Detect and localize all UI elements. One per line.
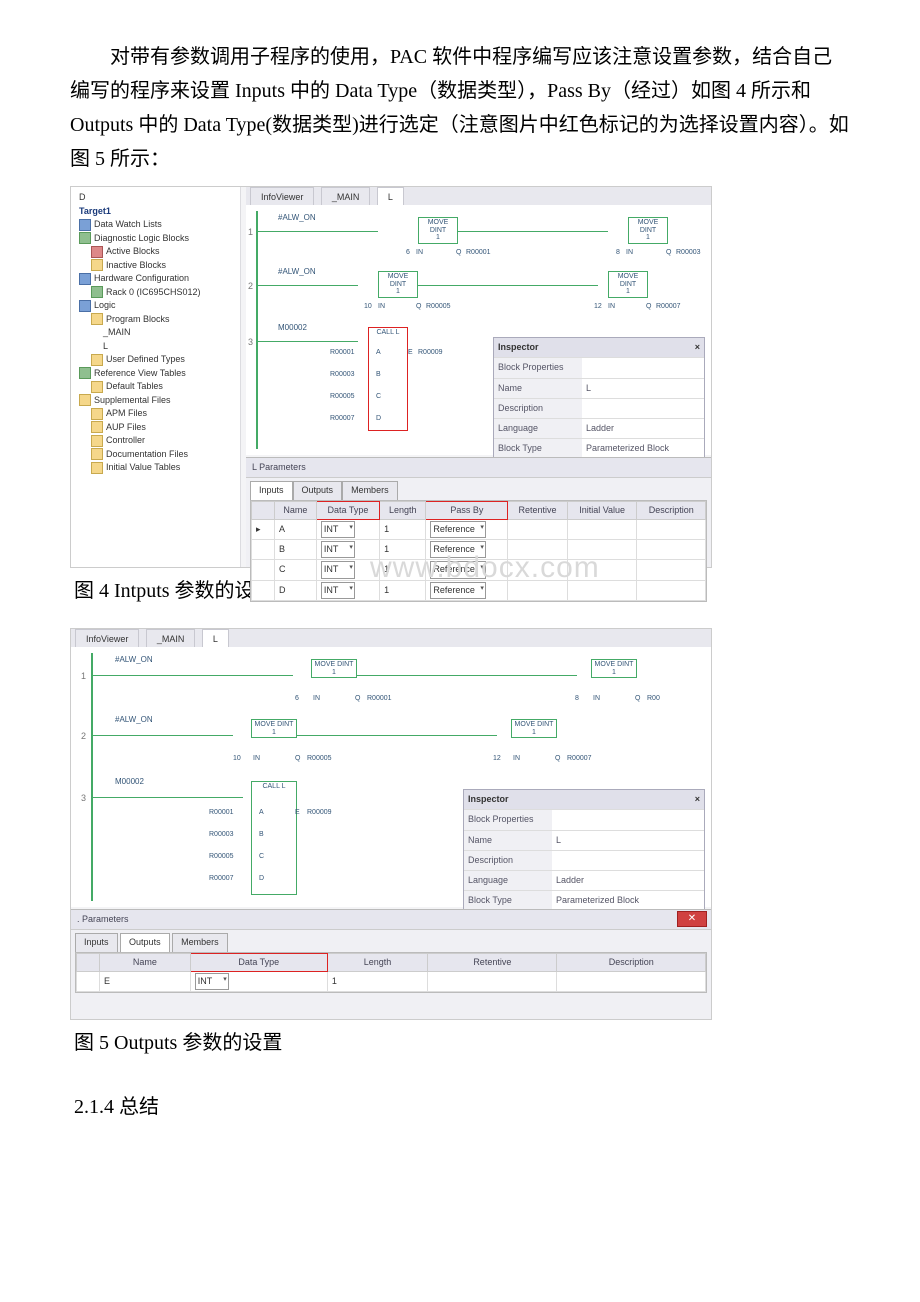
insp-blocktype-label: Block Type: [494, 439, 582, 458]
contact-alw-on: #ALW_ON: [278, 211, 316, 225]
tree-aup[interactable]: AUP Files: [73, 421, 238, 435]
tree-apm[interactable]: APM Files: [73, 407, 238, 421]
contact-m00002-5: M00002: [115, 775, 144, 789]
params-grid-5[interactable]: Name Data Type Length Retentive Descript…: [75, 952, 707, 994]
tree-program-blocks[interactable]: Program Blocks: [73, 313, 238, 327]
params-tab-outputs[interactable]: Outputs: [293, 481, 343, 499]
insp-name-value-5[interactable]: L: [552, 831, 704, 850]
params-tab-members[interactable]: Members: [342, 481, 398, 499]
insp-name-value[interactable]: L: [582, 379, 704, 398]
tree-rvt[interactable]: Reference View Tables: [73, 367, 238, 381]
passby-select-b[interactable]: Reference: [430, 541, 486, 558]
tree-d[interactable]: D: [73, 191, 238, 205]
section-heading: 2.1.4 总结: [74, 1090, 850, 1124]
contact-alw-on-2: #ALW_ON: [278, 265, 316, 279]
passby-select-a[interactable]: Reference: [430, 521, 486, 538]
insp-lang-label: Language: [494, 419, 582, 438]
project-tree[interactable]: D Target1 Data Watch Lists Diagnostic Lo…: [71, 187, 241, 567]
tree-doc-files[interactable]: Documentation Files: [73, 448, 238, 462]
passby-select-c[interactable]: Reference: [430, 561, 486, 578]
tree-dt[interactable]: Default Tables: [73, 380, 238, 394]
tree-sf[interactable]: Supplemental Files: [73, 394, 238, 408]
datatype-select-a[interactable]: INT: [321, 521, 355, 538]
inspector-title: Inspector: [498, 340, 539, 355]
editor-tabs-5: InfoViewer _MAIN L: [71, 629, 711, 648]
figure-4: D Target1 Data Watch Lists Diagnostic Lo…: [70, 186, 712, 568]
tree-logic[interactable]: Logic: [73, 299, 238, 313]
block-move-dint-3[interactable]: MOVE DINT1: [378, 271, 418, 298]
tree-main[interactable]: _MAIN: [73, 326, 238, 340]
insp-name-label: Name: [494, 379, 582, 398]
close-button[interactable]: ✕: [677, 911, 707, 927]
insp-lang-value-5[interactable]: Ladder: [552, 871, 704, 890]
block-move-dint-4[interactable]: MOVE DINT1: [608, 271, 648, 298]
close-icon[interactable]: ×: [695, 340, 700, 355]
tree-controller[interactable]: Controller: [73, 434, 238, 448]
tree-dlb[interactable]: Diagnostic Logic Blocks: [73, 232, 238, 246]
contact-m00002: M00002: [278, 321, 307, 335]
tree-dwl[interactable]: Data Watch Lists: [73, 218, 238, 232]
params-tab-inputs[interactable]: Inputs: [250, 481, 293, 499]
caption-5: 图 5 Outputs 参数的设置: [74, 1026, 850, 1060]
insp-desc-label: Description: [494, 399, 582, 418]
contact-alw-on-5a: #ALW_ON: [115, 653, 153, 667]
block-call-l[interactable]: CALL L: [368, 327, 408, 431]
block-move-dint-5d[interactable]: MOVE DINT1: [511, 719, 557, 738]
passby-select-d[interactable]: Reference: [430, 582, 486, 599]
block-move-dint[interactable]: MOVE DINT1: [418, 217, 458, 244]
params-grid[interactable]: Name Data Type Length Pass By Retentive …: [250, 500, 707, 602]
tree-active-blocks[interactable]: Active Blocks: [73, 245, 238, 259]
params-tab-members-5[interactable]: Members: [172, 933, 228, 951]
params-title: L Parameters: [246, 458, 711, 478]
tree-target[interactable]: Target1: [73, 205, 238, 219]
inspector-title-5: Inspector: [468, 792, 509, 807]
block-call-l-5[interactable]: CALL L: [251, 781, 297, 895]
paragraph-1: 对带有参数调用子程序的使用，PAC 软件中程序编写应该注意设置参数，结合自己编写…: [70, 40, 850, 176]
params-tab-inputs-5[interactable]: Inputs: [75, 933, 118, 951]
contact-alw-on-5b: #ALW_ON: [115, 713, 153, 727]
tree-udt[interactable]: User Defined Types: [73, 353, 238, 367]
insp-blocktype-value-5[interactable]: Parameterized Block: [552, 891, 704, 910]
parameters-panel-5: . Parameters Inputs Outputs Members Name…: [71, 909, 711, 1019]
tree-hc[interactable]: Hardware Configuration: [73, 272, 238, 286]
datatype-select-c[interactable]: INT: [321, 561, 355, 578]
datatype-select-b[interactable]: INT: [321, 541, 355, 558]
editor-tabs: InfoViewer _MAIN L: [246, 187, 711, 206]
close-icon-5[interactable]: ×: [695, 792, 700, 807]
block-move-dint-5a[interactable]: MOVE DINT1: [311, 659, 357, 678]
insp-desc-value[interactable]: [582, 399, 704, 418]
datatype-select-d[interactable]: INT: [321, 582, 355, 599]
tree-rack[interactable]: Rack 0 (IC695CHS012): [73, 286, 238, 300]
params-title-5: . Parameters: [71, 910, 711, 930]
tree-ivt[interactable]: Initial Value Tables: [73, 461, 238, 475]
insp-block-properties: Block Properties: [494, 358, 582, 377]
figure-5: InfoViewer _MAIN L 1 #ALW_ON MOVE DINT1 …: [70, 628, 712, 1020]
tree-inactive-blocks[interactable]: Inactive Blocks: [73, 259, 238, 273]
block-move-dint-5b[interactable]: MOVE DINT1: [591, 659, 637, 678]
insp-lang-value[interactable]: Ladder: [582, 419, 704, 438]
block-move-dint-5c[interactable]: MOVE DINT1: [251, 719, 297, 738]
block-move-dint-2[interactable]: MOVE DINT1: [628, 217, 668, 244]
datatype-select-e[interactable]: INT: [195, 973, 229, 990]
parameters-panel: L Parameters InputsOutputsMembers Name D…: [246, 457, 711, 567]
insp-blocktype-value[interactable]: Parameterized Block: [582, 439, 704, 458]
tree-l[interactable]: L: [73, 340, 238, 354]
insp-desc-value-5[interactable]: [552, 851, 704, 870]
params-tab-outputs-5[interactable]: Outputs: [120, 933, 170, 951]
